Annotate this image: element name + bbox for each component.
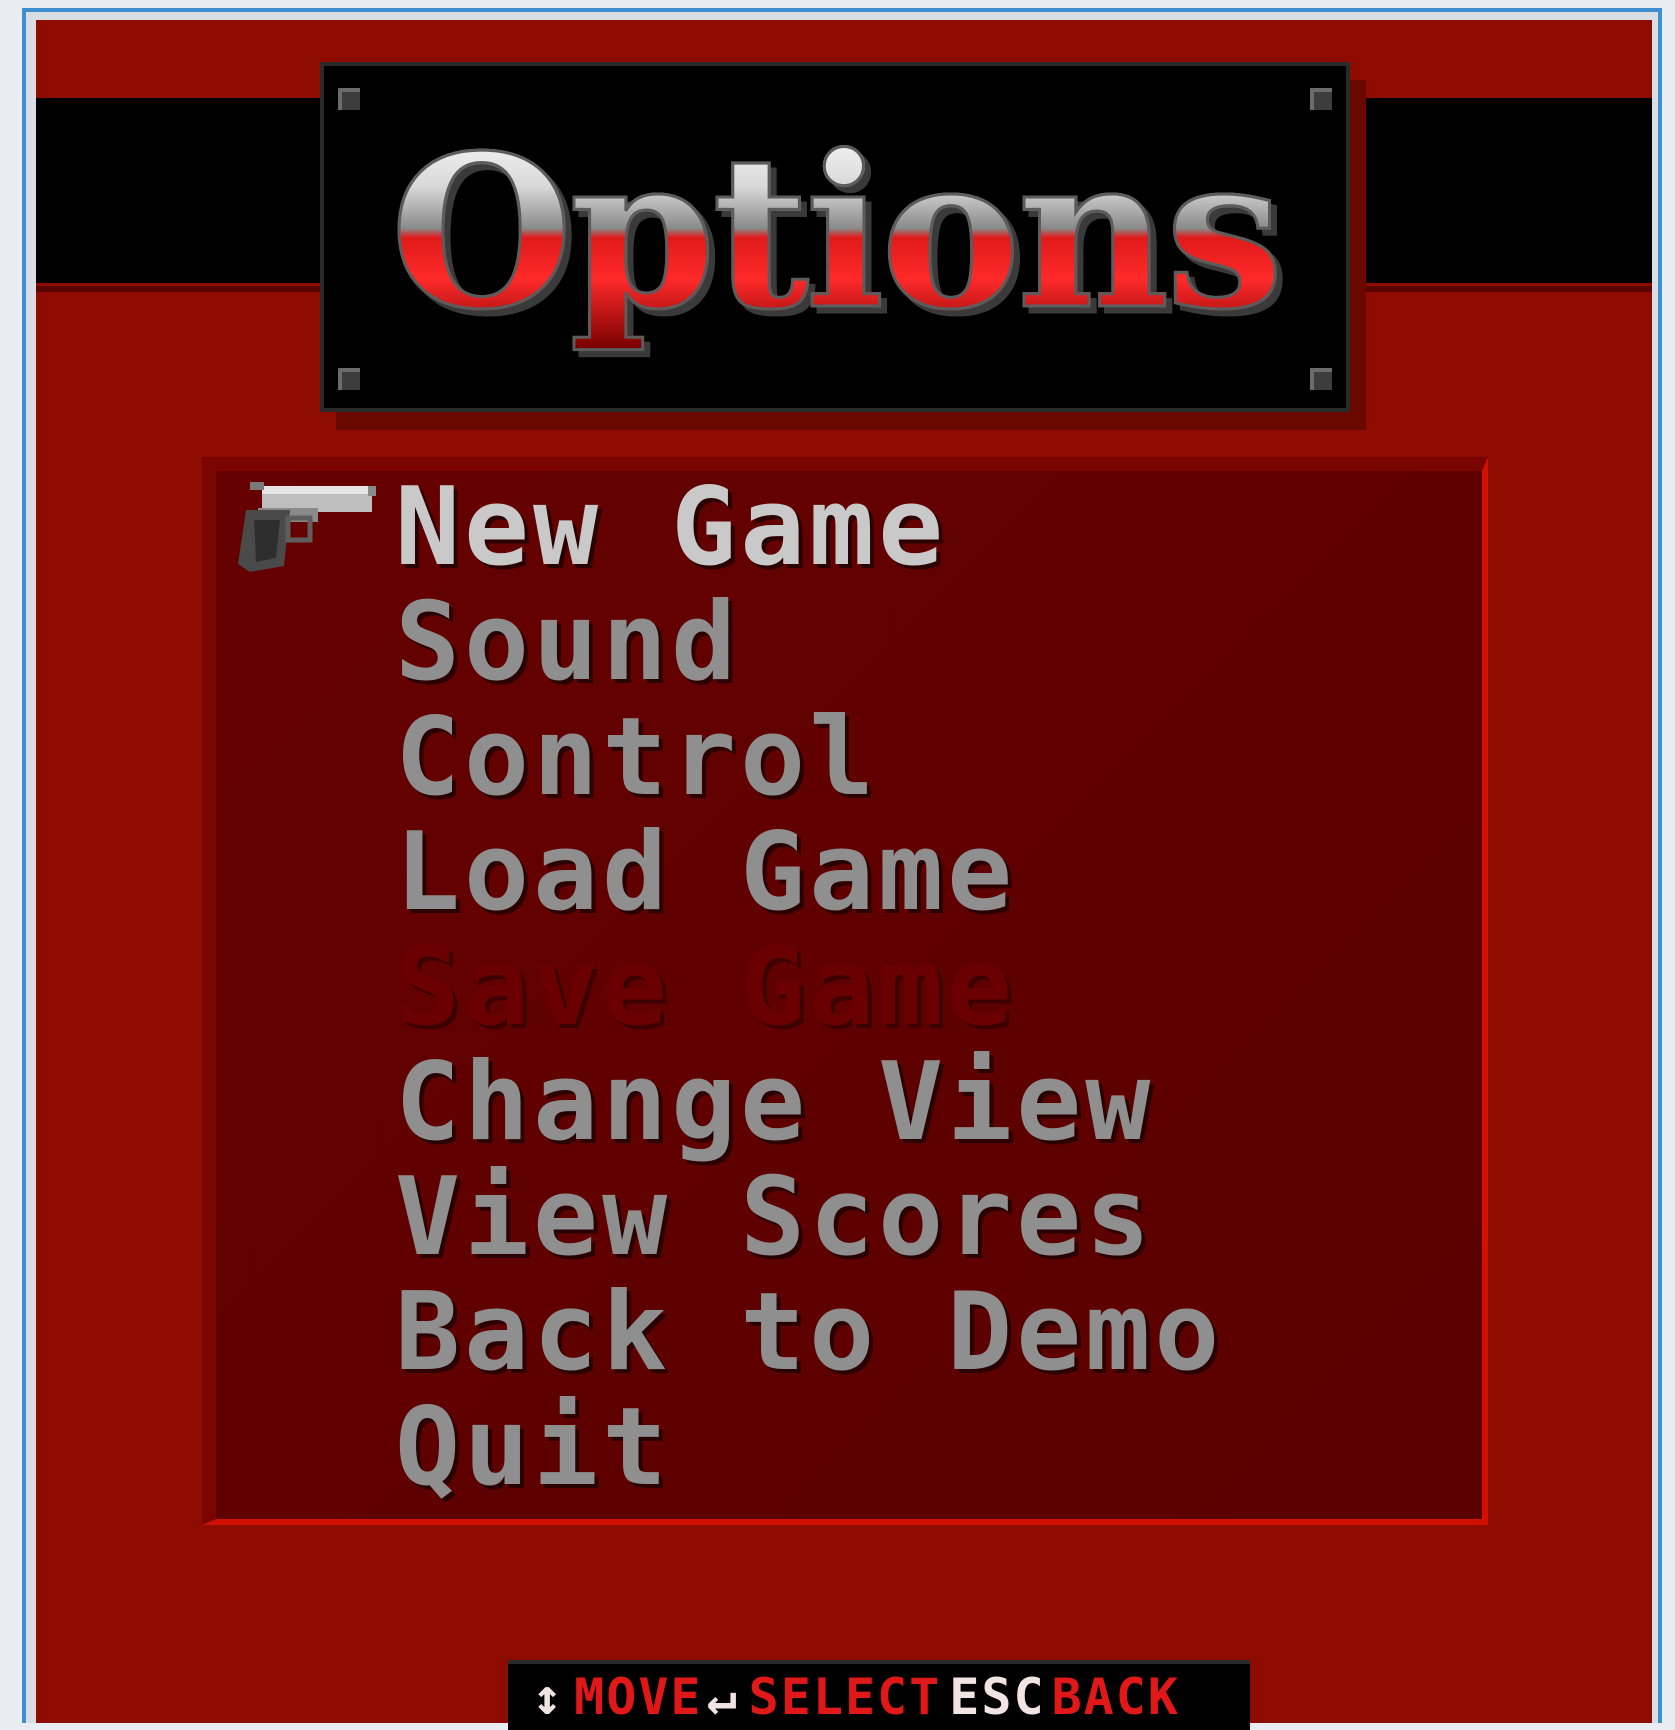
- menu-item-view-scores[interactable]: View Scores: [395, 1160, 1223, 1275]
- hint-select-label: SELECT: [748, 1668, 942, 1726]
- menu-item-control[interactable]: Control: [395, 700, 1223, 815]
- controls-hint-bar: ↕ MOVE ↵ SELECT ESC BACK: [508, 1660, 1250, 1730]
- hint-move-label: MOVE: [574, 1668, 703, 1726]
- enter-key-icon: ↵: [706, 1668, 739, 1726]
- up-down-arrow-icon: ↕: [532, 1668, 565, 1726]
- rivet-icon: [338, 368, 360, 390]
- hint-back-label: BACK: [1051, 1668, 1180, 1726]
- menu-item-load-game[interactable]: Load Game: [395, 815, 1223, 930]
- menu-item-change-view[interactable]: Change View: [395, 1045, 1223, 1160]
- menu-item-quit[interactable]: Quit: [395, 1390, 1223, 1505]
- rivet-icon: [1310, 88, 1332, 110]
- pistol-icon: [238, 482, 376, 572]
- title-plaque: Options: [320, 62, 1350, 412]
- rivet-icon: [338, 88, 360, 110]
- menu-item-new-game[interactable]: New Game: [395, 470, 1223, 585]
- menu-list: New Game Sound Control Load Game Save Ga…: [395, 470, 1223, 1505]
- menu-item-back-to-demo[interactable]: Back to Demo: [395, 1275, 1223, 1390]
- menu-item-save-game: Save Game: [395, 925, 1017, 1050]
- hint-esc-key: ESC: [949, 1668, 1046, 1726]
- page-title: Options: [324, 116, 1346, 349]
- rivet-icon: [1310, 368, 1332, 390]
- menu-item-sound[interactable]: Sound: [395, 585, 1223, 700]
